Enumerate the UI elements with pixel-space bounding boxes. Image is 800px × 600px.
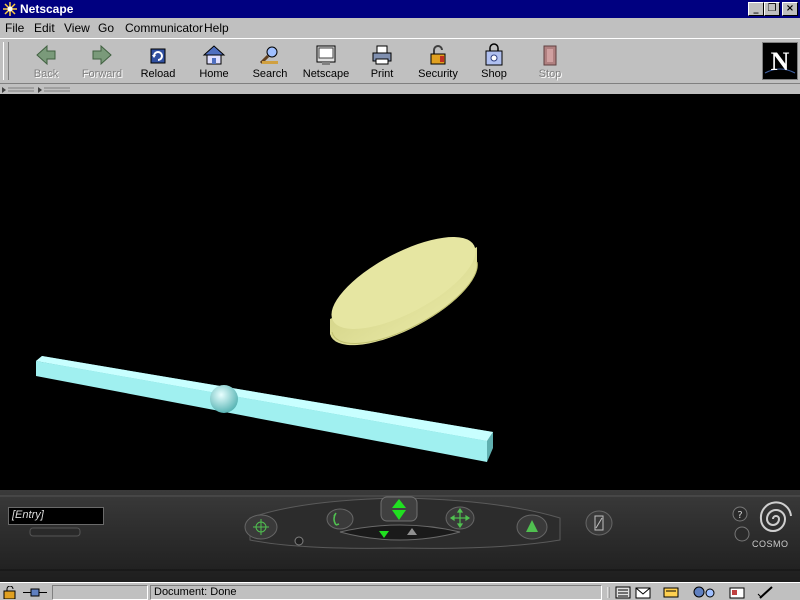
close-icon: × [785, 3, 795, 14]
preferences-button[interactable] [734, 526, 750, 542]
status-message: Document: Done [150, 585, 602, 600]
back-arrow-icon [36, 44, 56, 66]
my-netscape-button[interactable]: Netscape [298, 41, 354, 83]
navigator-icon[interactable] [615, 586, 631, 599]
reload-label: Reload [140, 68, 176, 80]
security-lock-icon[interactable] [2, 586, 20, 599]
gravity-button[interactable] [292, 534, 306, 548]
cosmo-brand-label: COSMO [752, 539, 789, 549]
tilt-button[interactable] [326, 508, 354, 530]
security-button[interactable]: Security [410, 41, 466, 83]
toolbar-grip[interactable] [3, 42, 9, 80]
menu-communicator[interactable]: Communicator [125, 21, 203, 35]
straighten-button[interactable] [516, 514, 548, 540]
menu-file[interactable]: File [5, 21, 24, 35]
search-label: Search [252, 68, 288, 80]
reload-icon [150, 48, 166, 64]
forward-label: Forward [81, 68, 123, 80]
menu-edit[interactable]: Edit [34, 21, 55, 35]
help-button[interactable]: ? [732, 506, 748, 522]
back-label: Back [33, 68, 59, 80]
shop-button[interactable]: Shop [466, 41, 522, 83]
connection-plug-icon[interactable] [22, 586, 48, 599]
close-button[interactable]: × [782, 2, 798, 16]
stop-icon [543, 45, 557, 66]
question-mark-icon: ? [737, 510, 742, 521]
netscape-logo[interactable]: N [762, 42, 798, 80]
seek-button[interactable] [244, 514, 278, 540]
logo-letter: N [771, 47, 790, 76]
cosmo-swirl-logo [759, 501, 792, 532]
help-controls: ? [732, 506, 750, 542]
component-bar [607, 586, 773, 599]
home-label: Home [199, 68, 229, 80]
3d-scene [36, 219, 493, 462]
menu-go[interactable]: Go [98, 21, 114, 35]
discussion-icon[interactable] [663, 587, 679, 598]
go-button[interactable] [380, 496, 418, 522]
pan-button[interactable] [445, 506, 475, 530]
menu-view[interactable]: View [64, 21, 90, 35]
back-button[interactable]: Back [18, 41, 74, 83]
cyan-bar[interactable] [36, 356, 493, 462]
composer-icon[interactable] [693, 586, 715, 598]
fly-button[interactable] [400, 524, 424, 540]
restore-icon: ❐ [767, 3, 777, 14]
component-bar-grip[interactable] [607, 587, 610, 598]
navigation-toolbar: Back Forward Reload Home Search Netscape… [0, 38, 800, 84]
forward-arrow-icon [92, 44, 112, 66]
edit-pencil-icon[interactable] [757, 586, 773, 599]
progress-meter [52, 585, 148, 600]
print-button[interactable]: Print [354, 41, 410, 83]
vrml-3d-viewport[interactable] [0, 94, 800, 490]
shopping-bag-icon [485, 43, 503, 66]
print-label: Print [370, 68, 394, 80]
netscape-app-icon [3, 2, 17, 16]
home-icon [202, 45, 226, 65]
address-book-icon[interactable] [729, 587, 745, 599]
viewpoint-list-button[interactable] [29, 527, 81, 537]
stop-button[interactable]: Stop [522, 41, 578, 83]
title-bar: Netscape _ ❐ × [0, 0, 800, 18]
viewpoint-selector[interactable]: [Entry] [8, 507, 104, 525]
search-icon [259, 46, 278, 65]
menu-help[interactable]: Help [204, 21, 229, 35]
netscape-label: Netscape [302, 68, 350, 80]
printer-icon [372, 45, 392, 65]
forward-button[interactable]: Forward [74, 41, 130, 83]
security-label: Security [418, 68, 458, 80]
cyan-sphere[interactable] [210, 385, 238, 413]
toolbar-tab-strip [0, 84, 800, 94]
cosmo-player-console: [Entry] ? COSMO [0, 490, 800, 582]
gravity-ball-icon [294, 536, 304, 546]
walk-down-icon [379, 531, 389, 538]
view-button[interactable] [585, 510, 613, 536]
minimize-icon: _ [753, 3, 759, 14]
menu-bar: File Edit View Go Communicator Help [0, 18, 800, 38]
yellow-disc[interactable] [319, 219, 488, 347]
mail-icon[interactable] [635, 587, 651, 599]
status-bar: Document: Done [0, 582, 800, 600]
padlock-icon [430, 45, 446, 65]
reload-button[interactable]: Reload [130, 41, 186, 83]
netscape-n-icon: N [763, 43, 797, 79]
shop-label: Shop [481, 68, 507, 80]
stop-label: Stop [538, 68, 562, 80]
maximize-button[interactable]: ❐ [764, 2, 780, 16]
search-button[interactable]: Search [242, 41, 298, 83]
walk-button[interactable] [372, 526, 396, 542]
fly-up-icon [407, 528, 417, 535]
home-button[interactable]: Home [186, 41, 242, 83]
minimize-button[interactable]: _ [748, 2, 764, 16]
window-title: Netscape [20, 2, 74, 16]
my-netscape-icon [316, 45, 336, 65]
